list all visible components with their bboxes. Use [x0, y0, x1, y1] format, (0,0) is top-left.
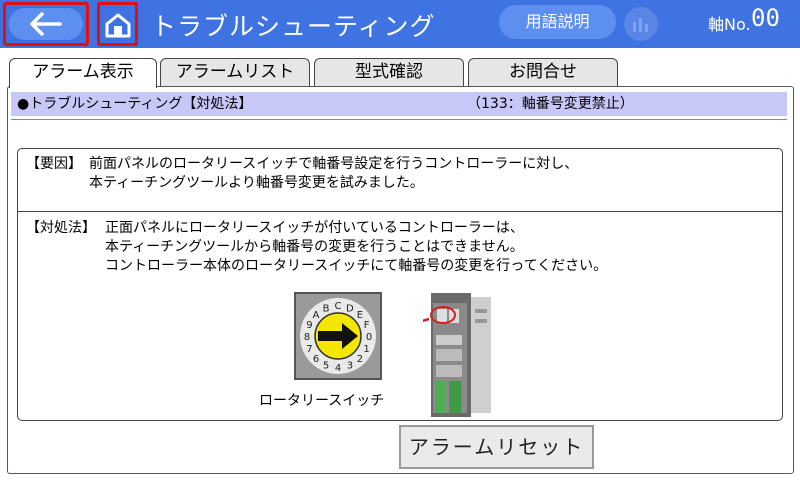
dial-char: 1	[363, 344, 369, 355]
section-header: ●トラブルシューティング【対処法】 （133：軸番号変更禁止）	[11, 92, 787, 116]
dial-char: 0	[366, 332, 372, 343]
dial-char: 4	[335, 363, 341, 374]
remedy-line-3: コントローラー本体のロータリースイッチにて軸番号の変更を行ってください。	[105, 258, 608, 274]
dial-char: 6	[313, 354, 319, 365]
rotary-switch-label: ロータリースイッチ	[259, 393, 385, 409]
alarm-code: （133：軸番号変更禁止）	[467, 96, 634, 112]
rotary-dial-graphic: 0123456789AB C DEF	[300, 298, 376, 374]
home-icon	[105, 13, 131, 38]
axis-label: 軸No.	[708, 15, 751, 34]
controller-image	[423, 293, 491, 417]
dial-char: 9	[306, 320, 312, 331]
page-title: トラブルシューティング	[151, 12, 436, 41]
remedy-label: 【対処法】	[26, 220, 96, 236]
dial-char: 8	[304, 332, 310, 343]
remedy-line-1: 正面パネルにロータリースイッチが付いているコントローラーは、	[105, 220, 524, 236]
back-button[interactable]	[3, 2, 89, 46]
dial-char: 2	[357, 354, 363, 365]
dial-char: 7	[306, 344, 312, 355]
bar-chart-icon	[633, 18, 648, 32]
tab-contact[interactable]: お問合せ	[468, 58, 618, 86]
header-bar: トラブルシューティング 用語説明 軸No. 00	[0, 0, 800, 48]
cause-line-1: 前面パネルのロータリースイッチで軸番号設定を行うコントローラーに対し、	[89, 156, 579, 172]
cause-line-2: 本ティーチングツールより軸番号変更を試みました。	[89, 175, 424, 191]
arrow-left-icon	[30, 12, 62, 36]
divider	[11, 119, 787, 120]
dial-char: C	[335, 301, 342, 312]
section-title: ●トラブルシューティング【対処法】	[17, 96, 253, 112]
tab-alarm-list[interactable]: アラームリスト	[160, 58, 310, 86]
dial-char: E	[357, 310, 363, 321]
rotary-switch-image: 0123456789ABCDEF	[294, 292, 382, 380]
dial-char: A	[313, 310, 320, 321]
home-button[interactable]	[97, 2, 138, 46]
dial-char: B	[323, 303, 330, 314]
cause-label: 【要因】	[26, 156, 82, 172]
alarm-reset-button[interactable]: アラームリセット	[399, 425, 594, 469]
dial-char: 5	[323, 361, 329, 372]
detail-divider	[17, 211, 783, 212]
remedy-line-2: 本ティーチングツールから軸番号の変更を行うことはできません。	[105, 239, 524, 255]
dial-char: 3	[347, 361, 353, 372]
tab-model-check[interactable]: 型式確認	[314, 58, 464, 86]
glossary-button[interactable]: 用語説明	[499, 5, 616, 39]
chart-button[interactable]	[624, 7, 658, 41]
dial-char: D	[346, 303, 354, 314]
axis-number: 00	[751, 4, 780, 32]
dial-char: F	[364, 320, 370, 331]
tab-alarm-display[interactable]: アラーム表示	[9, 58, 157, 88]
